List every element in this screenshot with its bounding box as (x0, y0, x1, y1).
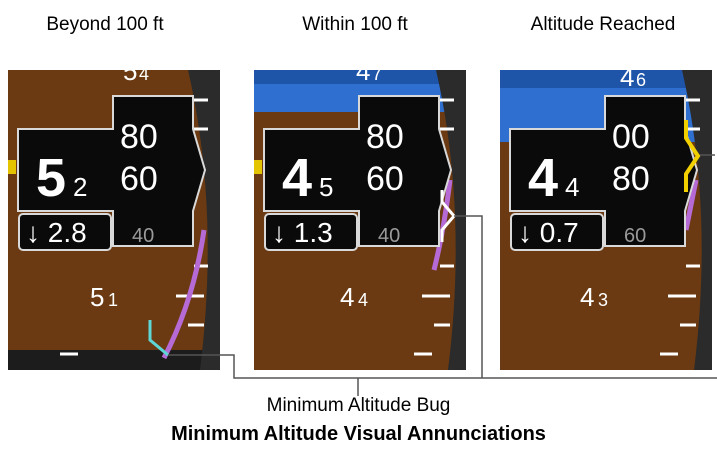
bug-leader-lines (168, 154, 717, 396)
minimum-altitude-bug-label: Minimum Altitude Bug (266, 395, 451, 416)
figure-title: Minimum Altitude Visual Annunciations (171, 423, 546, 445)
